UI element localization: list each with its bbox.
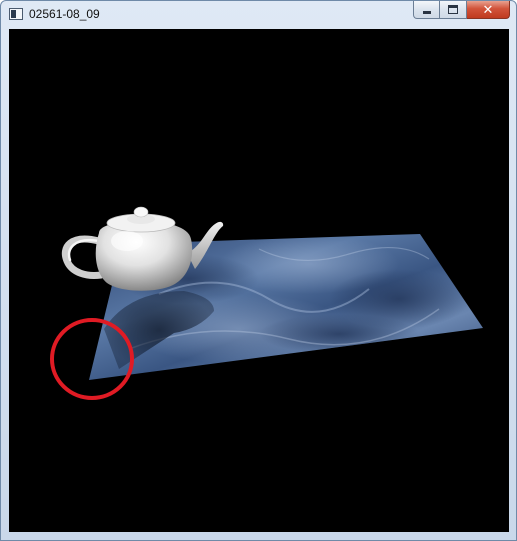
caption-buttons: ✕	[413, 1, 510, 20]
close-icon: ✕	[482, 2, 494, 17]
minimize-icon	[423, 11, 431, 14]
scene-canvas	[9, 29, 509, 532]
render-viewport[interactable]	[9, 29, 509, 532]
app-window: 02561-08_09 ✕	[0, 0, 517, 541]
title-bar[interactable]: 02561-08_09 ✕	[1, 1, 516, 27]
maximize-button[interactable]	[440, 1, 467, 19]
maximize-icon	[448, 5, 458, 14]
close-button[interactable]: ✕	[467, 1, 510, 19]
app-window-icon[interactable]	[9, 8, 23, 20]
minimize-button[interactable]	[413, 1, 440, 19]
window-title: 02561-08_09	[29, 7, 100, 21]
